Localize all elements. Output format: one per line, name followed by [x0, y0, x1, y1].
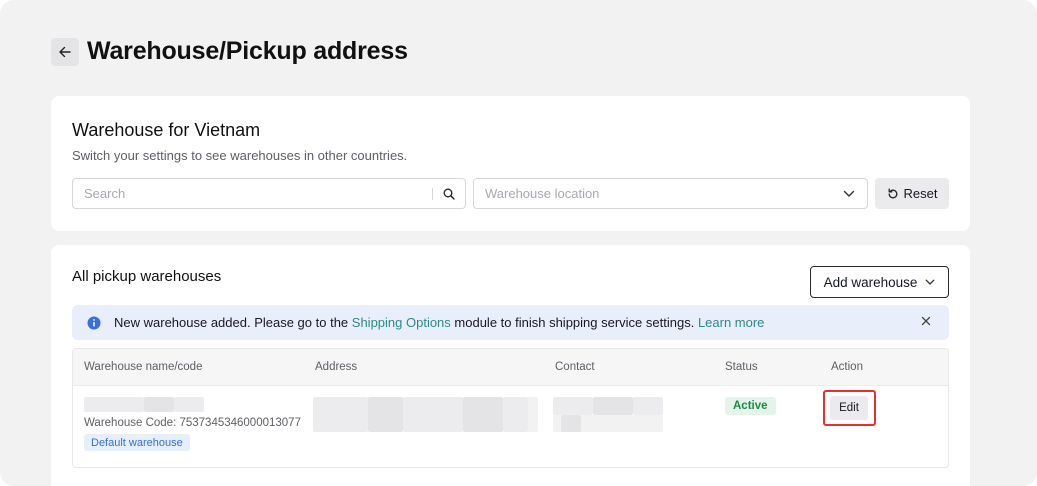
arrow-left-icon: [58, 45, 72, 59]
chevron-down-icon: [925, 279, 935, 286]
warehouse-location-select[interactable]: Warehouse location: [473, 178, 868, 209]
search-divider: [432, 187, 433, 200]
column-header-address: Address: [315, 361, 358, 373]
info-banner: New warehouse added. Please go to the Sh…: [72, 305, 949, 340]
search-icon[interactable]: [439, 184, 459, 204]
page-frame: Warehouse/Pickup address Warehouse for V…: [0, 0, 1037, 486]
reset-label: Reset: [903, 186, 938, 201]
learn-more-link[interactable]: Learn more: [698, 315, 764, 330]
page-header: Warehouse/Pickup address: [51, 37, 408, 66]
warehouse-table: Warehouse name/code Address Contact Stat…: [72, 348, 949, 468]
page-title: Warehouse/Pickup address: [87, 37, 408, 65]
edit-button[interactable]: Edit: [830, 396, 868, 420]
warehouse-list-title: All pickup warehouses: [72, 268, 222, 285]
search-input[interactable]: [73, 179, 432, 208]
status-badge: Active: [725, 397, 776, 415]
warehouse-list-card: All pickup warehouses Add warehouse New …: [51, 245, 970, 486]
warehouse-location-placeholder: Warehouse location: [485, 186, 600, 201]
banner-text-after: module to finish shipping service settin…: [450, 315, 698, 330]
default-warehouse-badge: Default warehouse: [84, 434, 190, 451]
add-warehouse-label: Add warehouse: [823, 274, 918, 290]
chevron-down-icon: [843, 190, 855, 198]
back-button[interactable]: [51, 37, 79, 66]
reset-button[interactable]: Reset: [875, 178, 949, 209]
shipping-options-link[interactable]: Shipping Options: [352, 315, 451, 330]
filter-card: Warehouse for Vietnam Switch your settin…: [51, 96, 970, 231]
table-row: Warehouse Code: 7537345346000013077 Defa…: [73, 386, 948, 467]
warehouse-code: Warehouse Code: 7537345346000013077: [84, 417, 301, 429]
banner-text-before: New warehouse added. Please go to the: [114, 315, 352, 330]
column-header-action: Action: [831, 361, 863, 373]
info-icon: [87, 316, 101, 330]
filter-card-title: Warehouse for Vietnam: [72, 120, 261, 140]
banner-text: New warehouse added. Please go to the Sh…: [114, 315, 764, 330]
filter-card-subtitle: Switch your settings to see warehouses i…: [72, 148, 408, 163]
column-header-name: Warehouse name/code: [84, 361, 203, 373]
reset-icon: [887, 188, 899, 200]
add-warehouse-button[interactable]: Add warehouse: [810, 266, 949, 298]
column-header-status: Status: [725, 361, 758, 373]
table-header: Warehouse name/code Address Contact Stat…: [73, 349, 948, 386]
column-header-contact: Contact: [555, 361, 595, 373]
search-field: [72, 178, 466, 209]
close-icon[interactable]: [921, 316, 931, 326]
